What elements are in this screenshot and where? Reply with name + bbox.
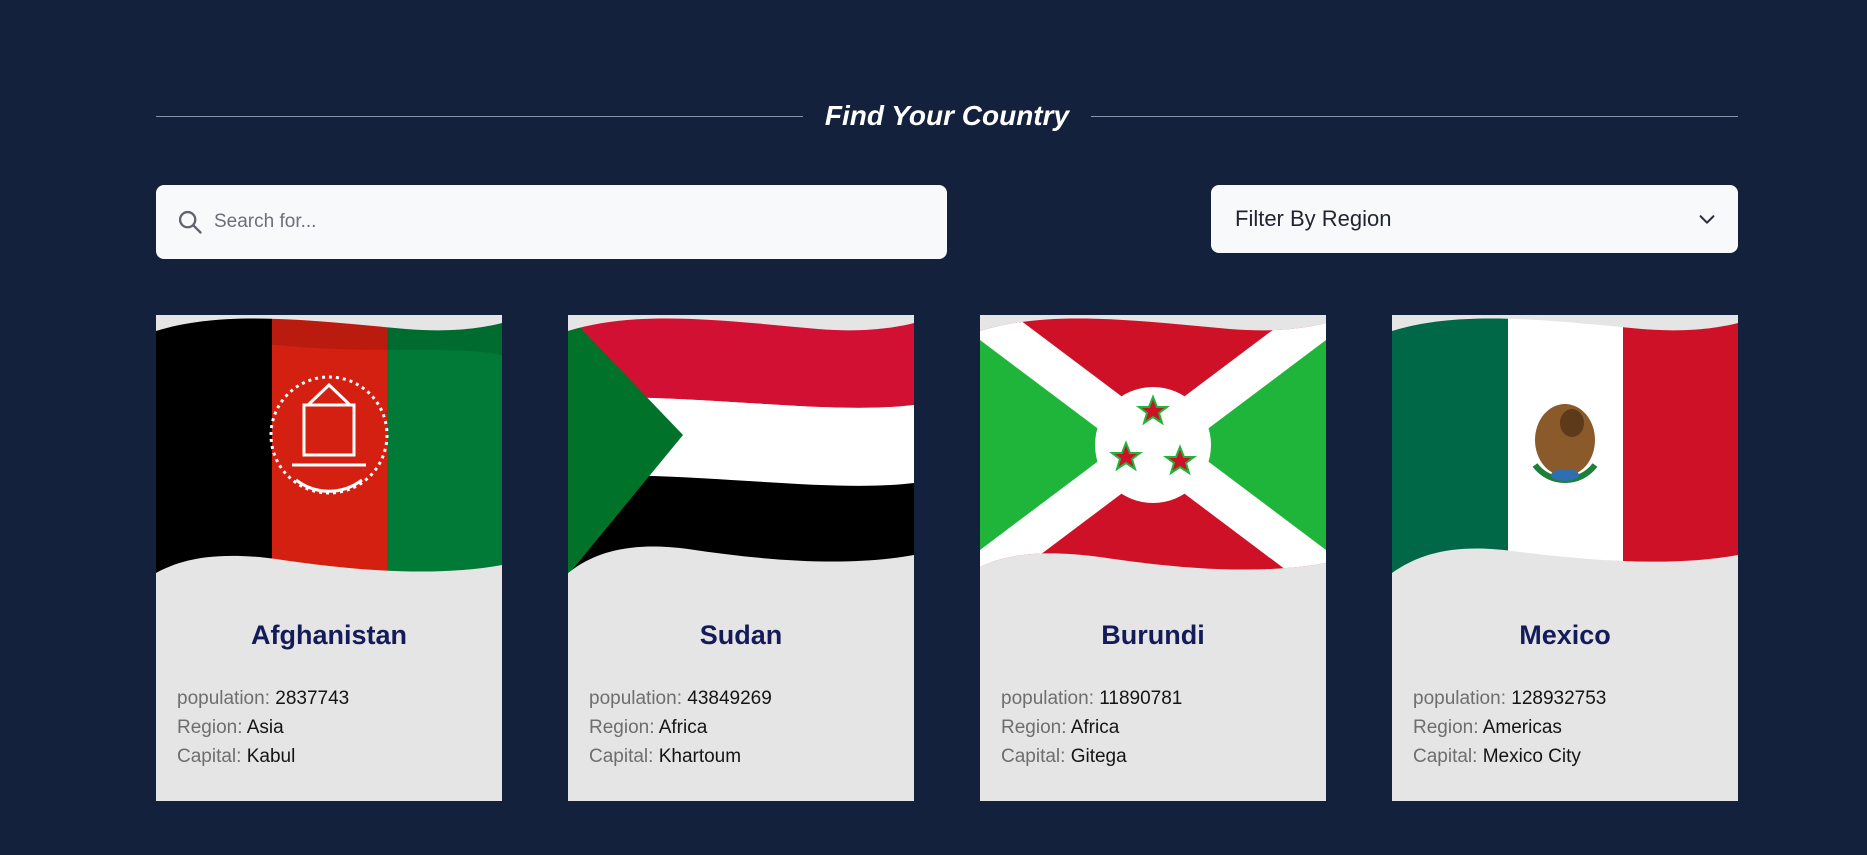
capital-label: Capital: (1413, 746, 1478, 767)
population-label: population: (1413, 688, 1506, 709)
region-label: Region: (1001, 717, 1067, 738)
region-value: Asia (246, 717, 284, 738)
population-label: population: (589, 688, 682, 709)
region-label: Region: (589, 717, 655, 738)
country-card[interactable]: Sudan population: 43849269 Region: Afric… (568, 315, 914, 801)
country-card[interactable]: Afghanistan population: 2837743 Region: … (156, 315, 502, 801)
divider-right (1091, 115, 1738, 117)
afghanistan-flag-icon (156, 318, 502, 573)
country-name: Afghanistan (250, 620, 407, 650)
capital-value: Mexico City (1482, 746, 1581, 767)
region-label: Region: (1413, 717, 1479, 738)
population-value: 43849269 (687, 688, 772, 709)
page: Find Your Country Filter By Region (0, 0, 1867, 855)
country-facts: population: 128932753 Region: Americas C… (1413, 684, 1606, 771)
country-facts: population: 11890781 Region: Africa Capi… (1001, 684, 1182, 771)
mexico-flag-icon (1392, 318, 1738, 573)
country-name: Mexico (1519, 620, 1611, 650)
population-value: 2837743 (275, 688, 350, 709)
country-name: Sudan (699, 620, 783, 650)
country-facts: population: 2837743 Region: Asia Capital… (177, 684, 349, 771)
region-filter-select[interactable]: Filter By Region (1211, 185, 1738, 253)
capital-value: Kabul (246, 746, 296, 767)
region-value: Africa (1070, 717, 1120, 738)
population-label: population: (177, 688, 270, 709)
population-label: population: (1001, 688, 1094, 709)
region-value: Americas (1482, 717, 1562, 738)
search-box[interactable] (156, 185, 947, 259)
sudan-flag-icon (568, 318, 914, 573)
divider-left (156, 115, 803, 117)
capital-label: Capital: (589, 746, 654, 767)
capital-value: Gitega (1070, 746, 1127, 767)
search-icon (178, 210, 202, 234)
capital-label: Capital: (177, 746, 242, 767)
region-filter-label: Filter By Region (1235, 206, 1392, 231)
country-card[interactable]: Mexico population: 128932753 Region: Ame… (1392, 315, 1738, 801)
chevron-down-icon (1699, 215, 1715, 224)
title-row: Find Your Country (156, 96, 1738, 136)
capital-label: Capital: (1001, 746, 1066, 767)
page-title: Find Your Country (824, 100, 1070, 131)
population-value: 128932753 (1511, 688, 1607, 709)
region-label: Region: (177, 717, 243, 738)
country-card[interactable]: Burundi population: 11890781 Region: Afr… (980, 315, 1326, 801)
region-value: Africa (658, 717, 708, 738)
search-input[interactable] (214, 211, 914, 233)
burundi-flag-icon (980, 318, 1326, 570)
country-name: Burundi (1101, 620, 1205, 650)
capital-value: Khartoum (658, 746, 742, 767)
population-value: 11890781 (1099, 688, 1183, 709)
country-facts: population: 43849269 Region: Africa Capi… (589, 684, 772, 771)
